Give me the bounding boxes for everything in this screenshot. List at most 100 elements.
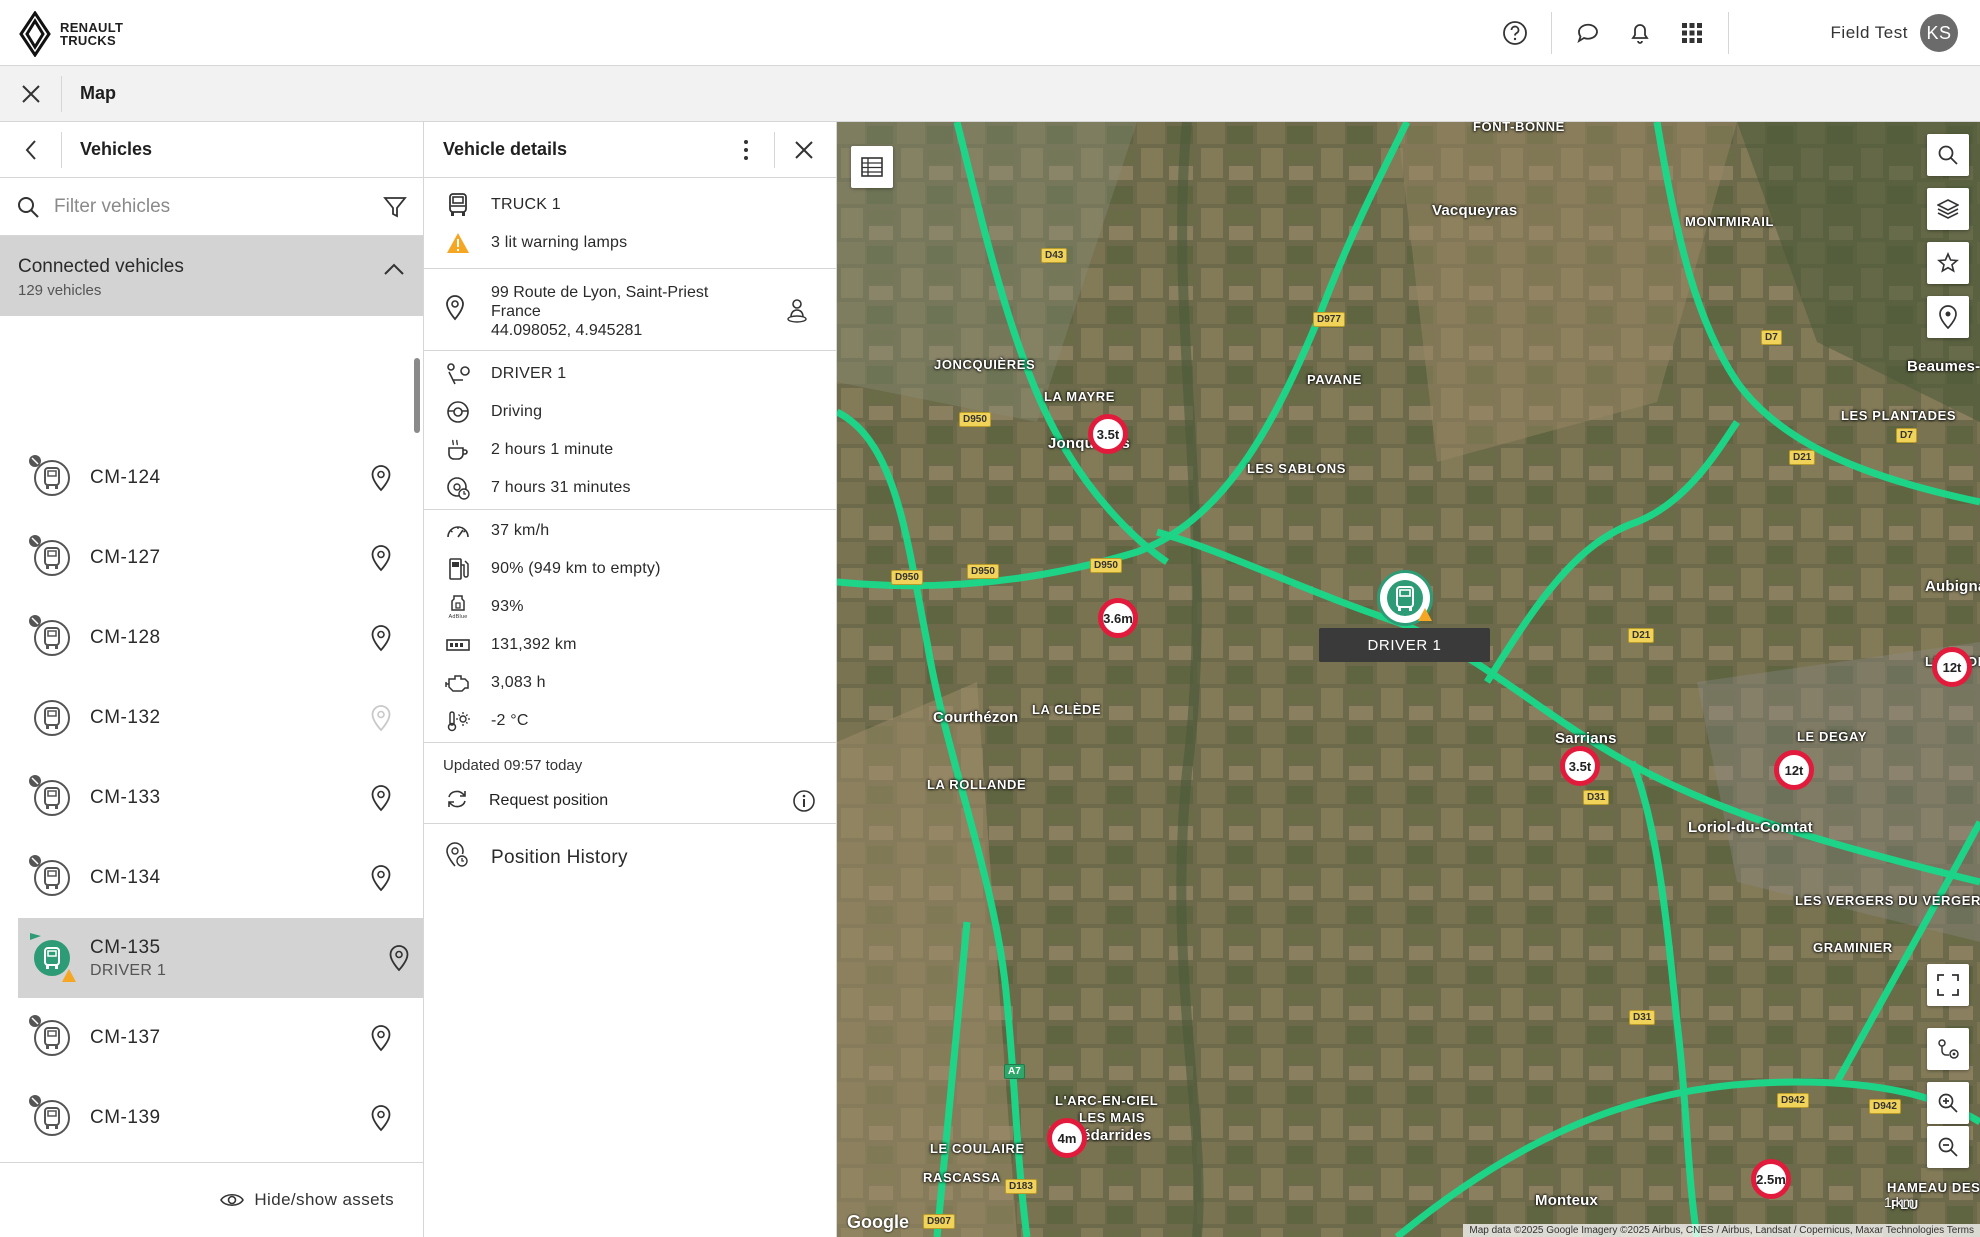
map-layers-button[interactable] — [1927, 188, 1969, 230]
vehicle-list-item[interactable]: CM-132 — [0, 678, 423, 758]
driver-name: DRIVER 1 — [491, 365, 567, 382]
request-position-label: Request position — [489, 792, 609, 809]
more-options-button[interactable] — [728, 132, 764, 168]
request-position-button[interactable]: Request position — [424, 779, 836, 823]
restriction-sign[interactable]: 4m — [1047, 1118, 1087, 1158]
info-icon[interactable] — [792, 789, 816, 818]
hide-show-assets-button[interactable]: Hide/show assets — [0, 1162, 423, 1237]
map-attribution[interactable]: Map data ©2025 Google Imagery ©2025 Airb… — [1463, 1224, 1980, 1237]
selected-vehicle-marker[interactable] — [1377, 570, 1433, 626]
apps-grid-icon[interactable] — [1666, 7, 1718, 59]
vehicle-truck-icon — [32, 698, 72, 738]
restriction-sign[interactable]: 3.5t — [1560, 746, 1600, 786]
table-view-button[interactable] — [851, 146, 893, 188]
vehicle-list-item[interactable]: CM-127 — [0, 518, 423, 598]
fullscreen-button[interactable] — [1927, 964, 1969, 1006]
steering-wheel-icon — [445, 399, 471, 425]
drive-time-row: 2 hours 1 minute — [424, 431, 836, 469]
user-name[interactable]: Field Test — [1831, 23, 1908, 43]
temperature-icon — [445, 708, 471, 734]
map-place-label: LES PLANTADES — [1841, 408, 1957, 423]
vehicle-list: CM-124 CM-127 CM-128 CM-132 CM-133 CM-134 CM-1… — [0, 438, 423, 1237]
map-place-label: LES MAIS — [1079, 1110, 1146, 1125]
map-place-label: RASCASSA — [923, 1170, 1001, 1185]
restriction-sign[interactable]: 12t — [1932, 647, 1972, 687]
close-map-button[interactable] — [0, 75, 62, 112]
locate-vehicle-icon[interactable] — [370, 464, 392, 497]
map-place-label: FONT-BONNE — [1473, 122, 1565, 134]
odometer-icon — [445, 632, 471, 658]
activity-row: Driving — [424, 393, 836, 431]
filter-icon[interactable] — [383, 195, 407, 219]
locate-vehicle-icon[interactable] — [388, 944, 410, 977]
chevron-up-icon[interactable] — [383, 262, 405, 276]
locate-vehicle-icon — [370, 704, 392, 737]
vehicle-list-item[interactable]: CM-133 — [0, 758, 423, 838]
vehicle-list-item[interactable]: CM-124 — [0, 438, 423, 518]
vehicle-truck-icon — [29, 455, 72, 498]
top-bar: RENAULT TRUCKS Field Test KS — [0, 0, 1980, 66]
vehicle-list-item[interactable]: CM-134 — [0, 838, 423, 918]
search-icon — [18, 196, 39, 218]
road-label: D21 — [1628, 628, 1655, 643]
locate-vehicle-icon[interactable] — [370, 544, 392, 577]
hide-show-assets-label: Hide/show assets — [254, 1190, 394, 1209]
route-settings-icon — [1938, 1039, 1959, 1059]
locate-vehicle-icon[interactable] — [370, 1024, 392, 1057]
road-label: D950 — [959, 412, 991, 427]
bell-icon[interactable] — [1614, 7, 1666, 59]
close-details-button[interactable] — [786, 132, 822, 168]
poi-button[interactable] — [1927, 296, 1969, 338]
back-button[interactable] — [0, 131, 62, 168]
map-view[interactable]: FONT-BONNE Vacqueyras MONTMIRAIL JONCQUI… — [837, 122, 1980, 1237]
speed-value: 37 km/h — [491, 522, 550, 539]
map-search-button[interactable] — [1927, 134, 1969, 176]
vehicle-list-item[interactable]: CM-137 — [0, 998, 423, 1078]
locate-vehicle-icon[interactable] — [370, 624, 392, 657]
rest-time: 7 hours 31 minutes — [491, 479, 631, 496]
route-settings-button[interactable] — [1927, 1028, 1969, 1070]
vehicle-list-item[interactable]: CM-128 — [0, 598, 423, 678]
locate-vehicle-icon[interactable] — [370, 864, 392, 897]
vehicle-list-item[interactable]: CM-135 DRIVER 1 — [18, 918, 423, 998]
vehicle-name: CM-124 — [90, 467, 161, 488]
truck-name: TRUCK 1 — [491, 196, 561, 213]
driver-locate-icon[interactable] — [786, 297, 808, 328]
vehicle-name: CM-134 — [90, 867, 161, 888]
map-place-label: PAVANE — [1307, 372, 1362, 387]
details-title: Vehicle details — [443, 139, 568, 159]
restriction-sign[interactable]: 3.5t — [1088, 414, 1128, 454]
zoom-out-button[interactable] — [1927, 1126, 1969, 1168]
restriction-sign[interactable]: 3.6m — [1098, 598, 1138, 638]
group-count: 129 vehicles — [18, 282, 102, 299]
locate-vehicle-icon[interactable] — [370, 784, 392, 817]
filter-vehicles-input[interactable] — [54, 195, 383, 218]
truck-icon — [445, 192, 471, 218]
chat-icon[interactable] — [1562, 7, 1614, 59]
engine-hours-row: 3,083 h — [424, 664, 836, 702]
scrollbar[interactable] — [414, 358, 420, 433]
map-place-label: LA ROLLANDE — [927, 777, 1027, 792]
vehicle-list-item[interactable]: CM-139 — [0, 1078, 423, 1158]
vehicle-text: CM-134 — [90, 867, 161, 889]
google-logo: Google — [847, 1212, 909, 1232]
favorites-button[interactable] — [1927, 242, 1969, 284]
status-off-icon — [29, 1015, 41, 1027]
renault-trucks-logo[interactable]: RENAULT TRUCKS — [18, 10, 123, 58]
connected-vehicles-group[interactable]: Connected vehicles 129 vehicles — [0, 236, 423, 316]
warning-row[interactable]: 3 lit warning lamps — [424, 224, 836, 262]
locate-vehicle-icon[interactable] — [370, 1104, 392, 1137]
map-place-label: MONTMIRAIL — [1685, 214, 1775, 229]
vehicle-truck-icon — [29, 1015, 72, 1058]
avatar[interactable]: KS — [1920, 14, 1958, 52]
help-icon[interactable] — [1489, 7, 1541, 59]
zoom-in-button[interactable] — [1927, 1082, 1969, 1124]
restriction-sign[interactable]: 12t — [1774, 750, 1814, 790]
restriction-sign[interactable]: 2.5m — [1751, 1159, 1791, 1199]
status-off-icon — [29, 535, 41, 547]
road-label: D183 — [1005, 1179, 1037, 1194]
truck-section: TRUCK 1 3 lit warning lamps — [424, 178, 836, 269]
map-place-label: L'ARC-EN-CIEL — [1055, 1093, 1159, 1108]
position-history-button[interactable]: Position History — [424, 824, 836, 892]
sub-header: Map — [0, 66, 1980, 122]
